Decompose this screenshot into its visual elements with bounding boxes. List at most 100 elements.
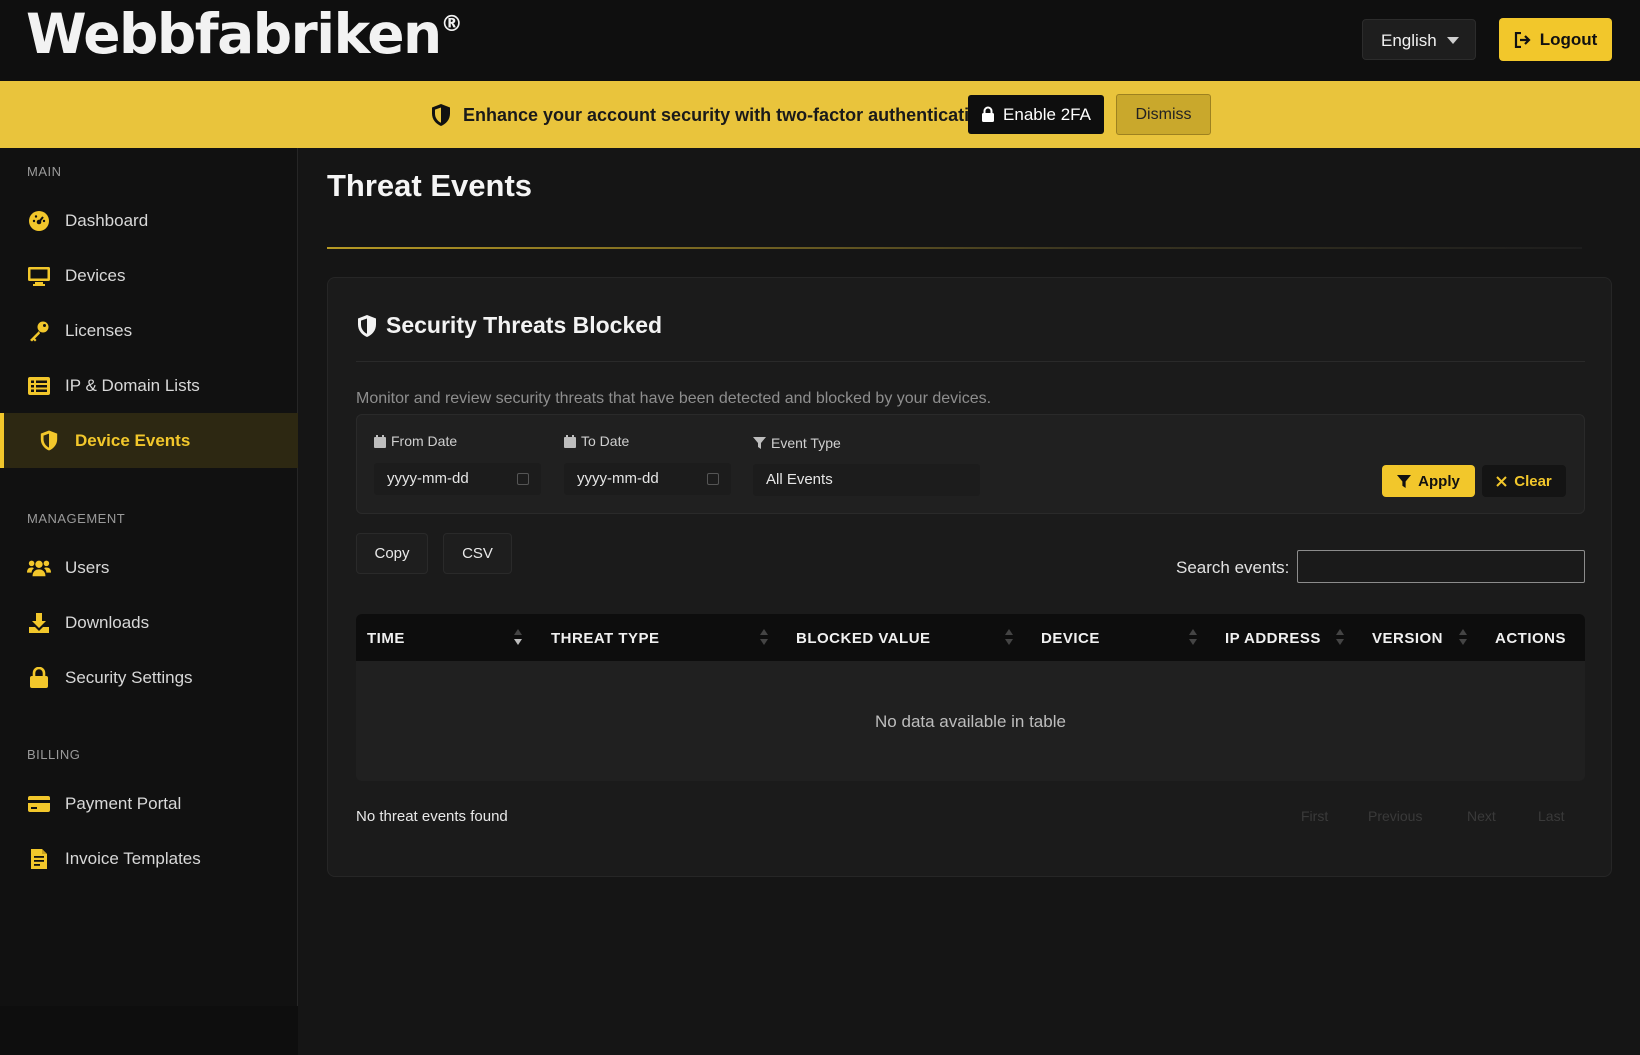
sidebar-item-label: Device Events (75, 430, 191, 450)
to-date-input[interactable]: yyyy-mm-dd (564, 463, 731, 495)
sidebar-item-label: Payment Portal (65, 793, 182, 813)
sort-icon[interactable] (759, 629, 769, 647)
language-select[interactable]: English (1362, 19, 1476, 60)
list-icon (27, 374, 51, 398)
clear-button[interactable]: Clear (1482, 465, 1566, 497)
download-icon (27, 611, 51, 635)
pagination-next[interactable]: Next (1467, 808, 1496, 824)
chevron-down-icon (1447, 37, 1459, 44)
shield-icon (358, 314, 376, 337)
sidebar-item-devices[interactable]: Devices (0, 248, 298, 303)
filter-icon (1397, 474, 1412, 488)
lock-icon (982, 106, 995, 122)
sidebar-item-users[interactable]: Users (0, 540, 298, 595)
event-type-select[interactable]: All Events (753, 464, 980, 496)
sort-icon[interactable] (1188, 629, 1198, 647)
calendar-picker-icon[interactable] (517, 473, 529, 485)
lock-icon (27, 666, 51, 690)
sort-icon[interactable] (1458, 629, 1468, 647)
card-description: Monitor and review security threats that… (356, 390, 992, 407)
pagination-first[interactable]: First (1301, 808, 1328, 824)
filter-icon (753, 437, 766, 449)
from-date-input[interactable]: yyyy-mm-dd (374, 463, 541, 495)
threats-card: Security Threats Blocked Monitor and rev… (327, 277, 1612, 877)
shield-icon (37, 429, 61, 453)
clear-label: Clear (1514, 472, 1552, 490)
sidebar-item-invoice-templates[interactable]: Invoice Templates (0, 831, 298, 886)
apply-label: Apply (1418, 472, 1460, 490)
sidebar-item-label: Security Settings (65, 667, 193, 687)
from-date-value: yyyy-mm-dd (387, 470, 469, 487)
sidebar-item-label: Downloads (65, 612, 150, 632)
sidebar-item-device-events[interactable]: Device Events (0, 413, 298, 468)
gauge-icon (27, 209, 51, 233)
csv-button[interactable]: CSV (443, 533, 512, 574)
logout-label: Logout (1539, 29, 1598, 49)
credit-card-icon (27, 792, 51, 816)
sidebar-item-dashboard[interactable]: Dashboard (0, 193, 298, 248)
empty-table-message: No data available in table (875, 712, 1066, 731)
sidebar-item-label: Devices (65, 265, 126, 285)
search-label: Search events: (1176, 558, 1290, 577)
logout-button[interactable]: Logout (1499, 18, 1612, 61)
sign-out-icon (1514, 31, 1531, 48)
search-input[interactable] (1297, 550, 1585, 583)
two-factor-banner: Enhance your account security with two-f… (0, 81, 1640, 148)
logo-text: Webbfabriken (26, 2, 442, 66)
sidebar-item-payment-portal[interactable]: Payment Portal (0, 776, 298, 831)
banner-message: Enhance your account security with two-f… (463, 105, 992, 125)
column-header-threat-type[interactable]: THREAT TYPE (551, 630, 660, 647)
pagination-last[interactable]: Last (1538, 808, 1564, 824)
sidebar-item-label: Dashboard (65, 210, 149, 230)
calendar-picker-icon[interactable] (707, 473, 719, 485)
sort-icon[interactable] (1004, 629, 1014, 647)
language-value: English (1381, 31, 1437, 50)
sidebar-item-licenses[interactable]: Licenses (0, 303, 298, 358)
column-header-device[interactable]: DEVICE (1041, 630, 1100, 647)
enable-2fa-button[interactable]: Enable 2FA (968, 95, 1104, 134)
card-divider (356, 361, 1585, 362)
calendar-icon (564, 434, 576, 448)
column-header-ip-address[interactable]: IP ADDRESS (1225, 630, 1321, 647)
sidebar: MAIN Dashboard Devices Licenses IP & Dom… (0, 148, 298, 1006)
copy-button[interactable]: Copy (356, 533, 428, 574)
from-date-label: From Date (374, 433, 457, 449)
section-label-management: MANAGEMENT (27, 511, 126, 526)
file-invoice-icon (27, 847, 51, 871)
sidebar-item-label: Licenses (65, 320, 133, 340)
sort-icon[interactable] (1335, 629, 1345, 647)
column-header-version[interactable]: VERSION (1372, 630, 1443, 647)
from-date-label-text: From Date (391, 433, 458, 449)
top-bar: Webbfabriken® English Logout (0, 0, 1640, 81)
to-date-label-text: To Date (581, 433, 630, 449)
users-icon (27, 556, 51, 580)
sidebar-item-ip-domain-lists[interactable]: IP & Domain Lists (0, 358, 298, 413)
registered-mark: ® (440, 12, 463, 37)
apply-button[interactable]: Apply (1382, 465, 1475, 497)
dismiss-button[interactable]: Dismiss (1116, 94, 1211, 135)
to-date-label: To Date (564, 433, 629, 449)
shield-icon (432, 104, 450, 126)
monitor-icon (27, 264, 51, 288)
sort-desc-icon[interactable] (513, 629, 523, 647)
event-type-label: Event Type (753, 435, 841, 451)
pagination-previous[interactable]: Previous (1368, 808, 1422, 824)
column-header-time[interactable]: TIME (367, 630, 405, 647)
column-header-actions: ACTIONS (1495, 630, 1566, 647)
sidebar-footer (0, 1006, 298, 1055)
close-icon (1496, 475, 1507, 487)
card-title: Security Threats Blocked (356, 312, 662, 339)
to-date-value: yyyy-mm-dd (577, 470, 659, 487)
column-header-blocked-value[interactable]: BLOCKED VALUE (796, 630, 931, 647)
sidebar-item-label: Users (65, 557, 110, 577)
sidebar-item-security-settings[interactable]: Security Settings (0, 650, 298, 705)
logo[interactable]: Webbfabriken® (26, 2, 463, 66)
table-info: No threat events found (356, 808, 508, 825)
sidebar-item-downloads[interactable]: Downloads (0, 595, 298, 650)
calendar-icon (374, 434, 386, 448)
threat-events-table: TIME THREAT TYPE BLOCKED VALUE DEVICE IP… (356, 614, 1585, 781)
table-header: TIME THREAT TYPE BLOCKED VALUE DEVICE IP… (356, 614, 1585, 661)
section-label-main: MAIN (27, 164, 62, 179)
sidebar-item-label: IP & Domain Lists (65, 375, 200, 395)
sidebar-item-label: Invoice Templates (65, 848, 201, 868)
